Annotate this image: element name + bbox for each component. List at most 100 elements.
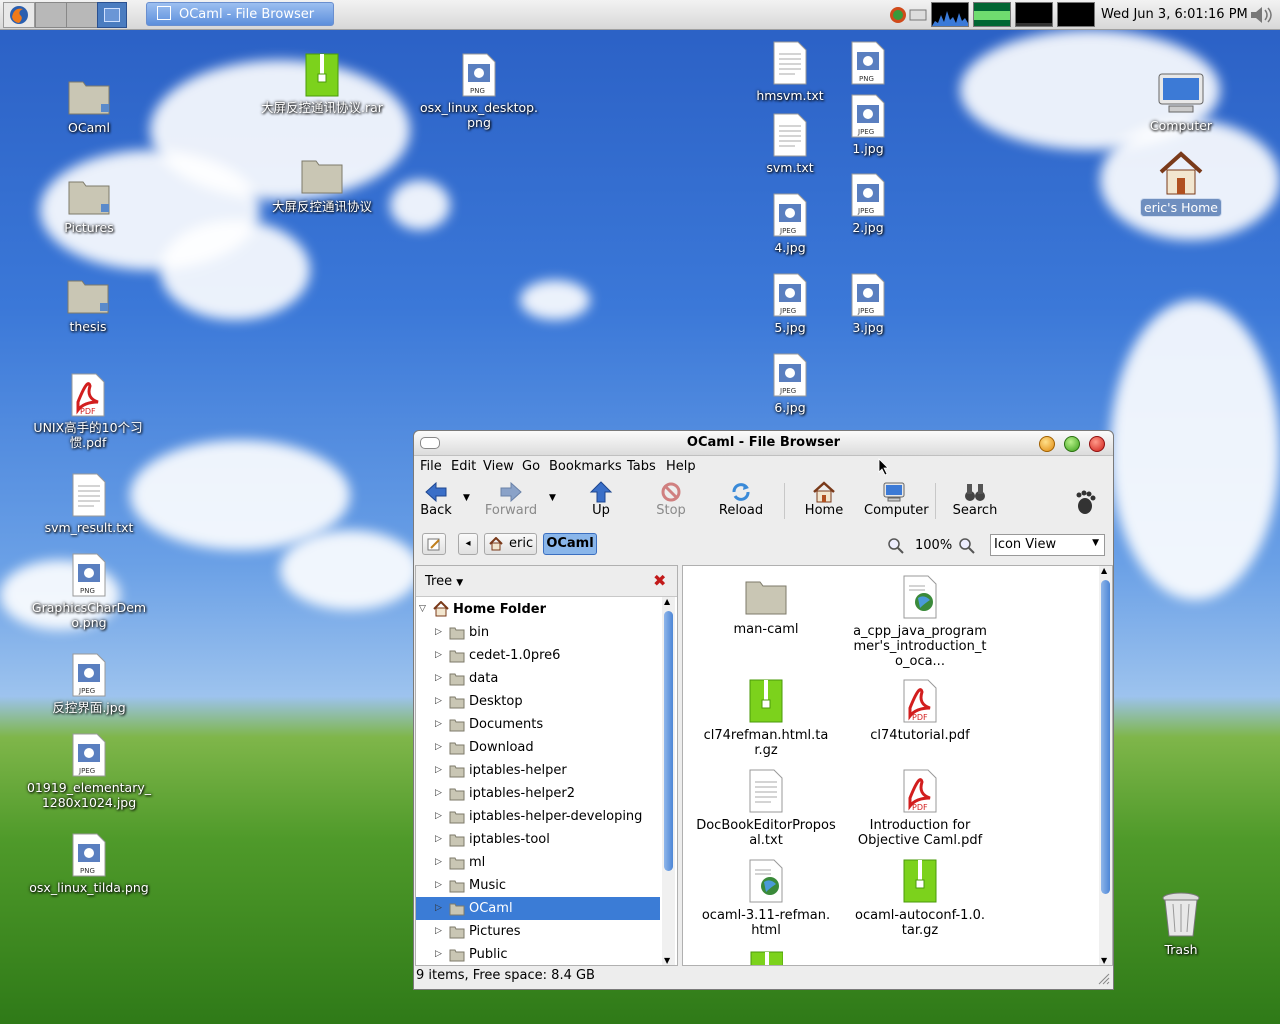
file-ocaml-autoconf[interactable]: ocaml-autoconf-1.0.tar.gz [845, 858, 995, 938]
expander-triangle-icon[interactable]: ▷ [435, 667, 442, 690]
menu-view[interactable]: View [483, 459, 514, 474]
file-man-caml[interactable]: man-caml [691, 574, 841, 637]
zoom-level[interactable]: 100% [915, 538, 952, 553]
clock[interactable]: Wed Jun 3, 6:01:16 PM [1101, 7, 1248, 22]
desktop-icon-graphicschardemo[interactable]: PNG GraphicsCharDemo.png [24, 552, 154, 631]
firefox-launcher[interactable] [3, 2, 35, 28]
sidebar-mode-select[interactable]: Tree ▼ [425, 574, 463, 589]
desktop-icon-unix-pdf[interactable]: PDF UNIX高手的10个习惯.pdf [23, 372, 153, 451]
tree-row-bin[interactable]: ▷ bin [416, 621, 660, 644]
desktop-icon-rar[interactable]: 大屏反控通讯协议.rar [257, 52, 387, 116]
tree-row-data[interactable]: ▷ data [416, 667, 660, 690]
zoom-in-icon[interactable] [958, 537, 976, 555]
memory-monitor[interactable] [973, 2, 1011, 27]
expander-triangle-icon[interactable]: ▷ [435, 782, 442, 805]
volume-icon[interactable] [1248, 4, 1276, 26]
tree-row-pictures[interactable]: ▷ Pictures [416, 920, 660, 943]
sidebar-scrollbar[interactable]: ▲ ▼ [662, 597, 675, 965]
expander-triangle-icon[interactable]: ▷ [435, 736, 442, 759]
back-history-dropdown[interactable]: ▼ [463, 493, 470, 503]
workspace-3[interactable] [97, 2, 127, 28]
expander-triangle-icon[interactable]: ▷ [435, 874, 442, 897]
file-ocaml-refman-html[interactable]: ocaml-3.11-refman.html [691, 858, 841, 938]
scroll-up-arrow[interactable]: ▲ [664, 597, 670, 606]
tree-row-ml[interactable]: ▷ ml [416, 851, 660, 874]
search-button[interactable]: Search [945, 481, 1005, 518]
expander-triangle-icon[interactable]: ▷ [435, 943, 442, 966]
tree-row-iptables-tool[interactable]: ▷ iptables-tool [416, 828, 660, 851]
tree-row-documents[interactable]: ▷ Documents [416, 713, 660, 736]
icon-view-scrollbar[interactable]: ▲ ▼ [1099, 566, 1112, 965]
tree-row-music[interactable]: ▷ Music [416, 874, 660, 897]
tree-row-iptables-helper2[interactable]: ▷ iptables-helper2 [416, 782, 660, 805]
path-scroll-left[interactable]: ◂ [458, 533, 478, 555]
expander-triangle-icon[interactable]: ▷ [435, 805, 442, 828]
desktop-icon-trash[interactable]: Trash [1116, 890, 1246, 958]
desktop-icon-2jpg[interactable]: JPEG 2.jpg [803, 172, 933, 236]
desktop-icon-thesis[interactable]: thesis [23, 273, 153, 335]
tree-row-cedet-1-0pre6[interactable]: ▷ cedet-1.0pre6 [416, 644, 660, 667]
up-button[interactable]: Up [571, 481, 631, 518]
icon-view-scroll-thumb[interactable] [1101, 580, 1110, 894]
scroll-down-arrow[interactable]: ▼ [1101, 956, 1107, 965]
tree-row-iptables-helper-developing[interactable]: ▷ iptables-helper-developing [416, 805, 660, 828]
desktop-icon-3jpg[interactable]: JPEG 3.jpg [803, 272, 933, 336]
expander-triangle-icon[interactable]: ▷ [435, 828, 442, 851]
forward-history-dropdown[interactable]: ▼ [549, 493, 556, 503]
desktop-icon-6jpg[interactable]: JPEG 6.jpg [725, 352, 855, 416]
expander-triangle-icon[interactable]: ▷ [435, 690, 442, 713]
title-bar[interactable]: OCaml - File Browser [414, 431, 1113, 456]
desktop-icon-pictures[interactable]: Pictures [24, 174, 154, 236]
expander-triangle-icon[interactable]: ▷ [435, 713, 442, 736]
tree-row-iptables-helper[interactable]: ▷ iptables-helper [416, 759, 660, 782]
menu-tabs[interactable]: Tabs [627, 459, 656, 474]
menu-bookmarks[interactable]: Bookmarks [549, 459, 622, 474]
desktop-icon-osx-desktop[interactable]: PNG osx_linux_desktop.png [414, 52, 544, 131]
menu-go[interactable]: Go [522, 459, 540, 474]
toggle-location-entry-button[interactable] [422, 533, 446, 555]
tree-row-home-folder[interactable]: ▽ Home Folder [416, 598, 660, 621]
network-monitor[interactable] [1015, 2, 1053, 27]
desktop-icon-home[interactable]: eric's Home [1116, 150, 1246, 217]
desktop-icon-png-file[interactable]: PNG [803, 40, 933, 88]
computer-button[interactable]: Computer [864, 481, 929, 518]
expander-triangle-icon[interactable]: ▷ [435, 897, 442, 920]
expander-triangle-icon[interactable]: ▷ [435, 920, 442, 943]
menu-file[interactable]: File [420, 459, 442, 474]
close-button[interactable] [1089, 436, 1105, 452]
tree-row-desktop[interactable]: ▷ Desktop [416, 690, 660, 713]
menu-edit[interactable]: Edit [451, 459, 476, 474]
expander-triangle-icon[interactable]: ▷ [435, 851, 442, 874]
desktop-icon-fankong-jpg[interactable]: JPEG 反控界面.jpg [24, 652, 154, 716]
expander-triangle-icon[interactable]: ▷ [435, 644, 442, 667]
menu-help[interactable]: Help [666, 459, 696, 474]
home-button[interactable]: Home [794, 481, 854, 518]
cpu-monitor[interactable] [931, 2, 969, 27]
scroll-down-arrow[interactable]: ▼ [664, 956, 670, 965]
path-crumb-eric[interactable]: eric [484, 533, 537, 555]
close-sidebar-icon[interactable]: ✖ [653, 571, 666, 590]
expander-triangle-icon[interactable]: ▷ [435, 759, 442, 782]
file-docbook-proposal[interactable]: DocBookEditorProposal.txt [691, 768, 841, 848]
expander-triangle-icon[interactable]: ▷ [435, 621, 442, 644]
minimize-button[interactable] [1039, 436, 1055, 452]
file-cl74tutorial-pdf[interactable]: PDF cl74tutorial.pdf [845, 678, 995, 743]
maximize-button[interactable] [1064, 436, 1080, 452]
taskbar-file-browser[interactable]: OCaml - File Browser [146, 2, 334, 26]
file-intro-objective-caml[interactable]: PDF Introduction for Objective Caml.pdf [845, 768, 995, 848]
desktop-icon-computer[interactable]: Computer [1116, 70, 1246, 134]
zoom-out-icon[interactable] [887, 537, 905, 555]
tree-row-download[interactable]: ▷ Download [416, 736, 660, 759]
workspace-1[interactable] [35, 2, 67, 28]
path-crumb-ocaml[interactable]: OCaml [543, 533, 597, 555]
stop-button[interactable]: Stop [641, 481, 701, 518]
reload-button[interactable]: Reload [711, 481, 771, 518]
desktop-icon-tilda-png[interactable]: PNG osx_linux_tilda.png [24, 832, 154, 896]
file-cl74refman-tar[interactable]: cl74refman.html.tar.gz [691, 678, 841, 758]
desktop-icon-ocaml[interactable]: OCaml [24, 74, 154, 136]
network-tray-icon[interactable] [888, 5, 928, 25]
desktop-icon-folder-cn[interactable]: 大屏反控通讯协议 [257, 153, 387, 215]
partially-visible-archive[interactable] [747, 950, 783, 965]
resize-grip-icon[interactable] [1098, 973, 1110, 985]
back-button[interactable]: Back [406, 481, 466, 518]
